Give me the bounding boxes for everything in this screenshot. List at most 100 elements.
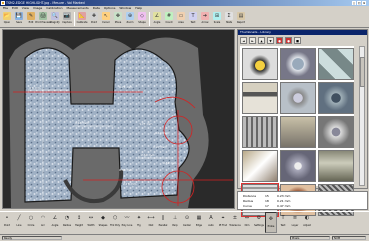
toolbar-calibrate-button[interactable]: 📐 Calibrate	[76, 11, 88, 28]
adjust-icon: ◐	[304, 215, 310, 221]
tool-auto-button[interactable]: A Auto	[205, 212, 217, 233]
panel-prev-button[interactable]: ◄	[240, 36, 247, 44]
tool-angle-button[interactable]: ∠ Angle	[49, 212, 61, 233]
toolbar-label: Save	[16, 21, 22, 24]
thumbnail-image[interactable]	[318, 82, 354, 114]
width-icon: ↔	[88, 215, 94, 221]
toolbar-point-button[interactable]: ✚ Point	[88, 11, 100, 28]
dim-icon: ⇔	[244, 215, 250, 221]
toolbar-zoom-button[interactable]: ⊕ Zoom	[124, 11, 136, 28]
menu-data[interactable]: Data	[93, 6, 100, 10]
menu-file[interactable]: File	[3, 6, 8, 10]
thumbnail-image[interactable]	[280, 116, 316, 148]
toolbar-text-button[interactable]: T Text	[187, 11, 199, 28]
tool-line-button[interactable]: ╱ Line	[13, 212, 25, 233]
minimize-button[interactable]: _	[352, 1, 356, 5]
tool-width-button[interactable]: ↔ Width	[85, 212, 97, 233]
toolbar-stats-button[interactable]: Σ Stats	[223, 11, 235, 28]
toolbar-report-button[interactable]: ▤ Report	[235, 11, 247, 28]
tool-label: Dist	[148, 224, 154, 227]
panel-down-button[interactable]: ▼	[267, 36, 274, 44]
tool-settings-button[interactable]: ⚙ Settings	[253, 212, 265, 233]
tool-layer-button[interactable]: ≡ Layer	[289, 212, 301, 233]
thumbnail-image[interactable]	[280, 150, 316, 182]
tool-center-button[interactable]: ⊙ Center	[181, 212, 193, 233]
toolbar-label: Scale	[213, 21, 221, 24]
tool-height-button[interactable]: ↕ Height	[73, 212, 85, 233]
thumbnail-image[interactable]	[318, 116, 354, 148]
toolbar-separator	[74, 12, 75, 26]
tool-dist-button[interactable]: ⟷ Dist	[145, 212, 157, 233]
tool-tolerance-button[interactable]: ± Tolerance	[229, 212, 241, 233]
tool-perp-button[interactable]: ⊥ Perp	[169, 212, 181, 233]
tool-arc-button[interactable]: ◠ Arc	[37, 212, 49, 233]
toolbar-cursor-button[interactable]: ↖ Cursor	[100, 11, 112, 28]
menu-window[interactable]: Window	[119, 6, 131, 10]
toolbar-scale-button[interactable]: ⊞ Scale	[211, 11, 223, 28]
thumbnail-image[interactable]	[242, 48, 278, 80]
panel-mark-button[interactable]: ●	[285, 36, 292, 44]
thumbnail-image[interactable]	[318, 150, 354, 182]
tool-parallel-button[interactable]: ∥ Parallel	[157, 212, 169, 233]
toolbar-save-button[interactable]: 💾 Save	[13, 11, 25, 28]
image-canvas[interactable]: 4.8 mm 0.71 mm 1.16 mm 4.75 mm 9.19 mm 2…	[2, 29, 235, 209]
tool-edge-button[interactable]: ▦ Edge	[193, 212, 205, 233]
toolbar-label: Area	[178, 21, 184, 24]
panel-next-button[interactable]: ►	[249, 36, 256, 44]
toolbar-label: Shape	[138, 21, 146, 24]
toolbar-label: Move	[114, 21, 122, 24]
thumbnail-image[interactable]	[280, 82, 316, 114]
panel-stop-button[interactable]: ■	[294, 36, 301, 44]
tool-text-button[interactable]: T Text	[277, 212, 289, 233]
main-toolbar: 📂 Open 💾 Save ✎ Edit 🖨 Print Preview 🔍 Magnify 📷 Ca…	[0, 11, 369, 28]
tool-thk-poly-button[interactable]: ⬡ Thk Poly	[109, 212, 121, 233]
angle-icon: ∠	[153, 12, 161, 20]
line-icon: ╱	[17, 215, 21, 221]
toolbar-edit-button[interactable]: ✎ Edit	[25, 11, 37, 28]
panel-record-button[interactable]: ●	[276, 36, 283, 44]
thumbnail-image[interactable]	[280, 48, 316, 80]
circle-icon: ○	[28, 215, 34, 221]
tool-dim-button[interactable]: ⇔ Dim	[241, 212, 253, 233]
tool-radius-button[interactable]: ◔ Radius	[61, 212, 73, 233]
tool-probe-button[interactable]: ✜ Probe	[265, 212, 277, 233]
toolbar-arrow-button[interactable]: ➔ Arrow	[199, 11, 211, 28]
menu-image[interactable]: Image	[33, 6, 42, 10]
tool-poly-line-button[interactable]: 〰 Poly Line	[121, 212, 133, 233]
result-row: Curve 17 0.47 mm	[243, 204, 313, 208]
tool-pt-find-button[interactable]: ⌖ Pt Find	[217, 212, 229, 233]
thumbnail-scrollbar[interactable]	[359, 46, 365, 186]
toolbar-area-button[interactable]: ▭ Area	[175, 11, 187, 28]
tool-circle-button[interactable]: ○ Circle	[25, 212, 37, 233]
menu-view[interactable]: View	[22, 6, 29, 10]
tool-shapes-button[interactable]: ◆ Shapes	[97, 212, 109, 233]
scroll-thumb[interactable]	[360, 57, 365, 87]
menu-measurements[interactable]: Measurements	[67, 6, 89, 10]
menu-help[interactable]: Help	[135, 6, 142, 10]
thumbnail-image[interactable]	[242, 82, 278, 114]
menu-options[interactable]: Options	[104, 6, 116, 10]
dim-label: 4.8 mm	[29, 86, 41, 90]
menu-edit[interactable]: Edit	[12, 6, 18, 10]
toolbar-open-button[interactable]: 📂 Open	[1, 11, 13, 28]
menu-calibration[interactable]: Calibration	[46, 6, 62, 10]
toolbar-move-button[interactable]: ✥ Move	[112, 11, 124, 28]
thumbnail-image[interactable]	[242, 116, 278, 148]
toolbar-count-button[interactable]: # Count	[163, 11, 175, 28]
tool-fig-button[interactable]: ✦ Fig	[133, 212, 145, 233]
toolbar-magnify-button[interactable]: 🔍 Magnify	[49, 11, 61, 28]
toolbar-capture-button[interactable]: 📷 Capture	[61, 11, 73, 28]
tool-adjust-button[interactable]: ◐ Adjust	[301, 212, 313, 233]
toolbar-label: Point	[91, 21, 97, 24]
thumbnail-image[interactable]	[242, 150, 278, 182]
toolbar-angle-button[interactable]: ∠ Angle	[151, 11, 163, 28]
maximize-button[interactable]: □	[357, 1, 361, 5]
panel-up-button[interactable]: ▲	[258, 36, 265, 44]
close-button[interactable]: ×	[362, 1, 366, 5]
thumbnail-image[interactable]	[318, 48, 354, 80]
toolbar-shape-button[interactable]: ◇ Shape	[136, 11, 148, 28]
toolbar-print-preview-button[interactable]: 🖨 Print Preview	[35, 11, 51, 28]
tool-label: Auto	[208, 224, 214, 227]
tool-point-button[interactable]: • Point	[1, 212, 13, 233]
magnify-icon: 🔍	[51, 12, 59, 20]
